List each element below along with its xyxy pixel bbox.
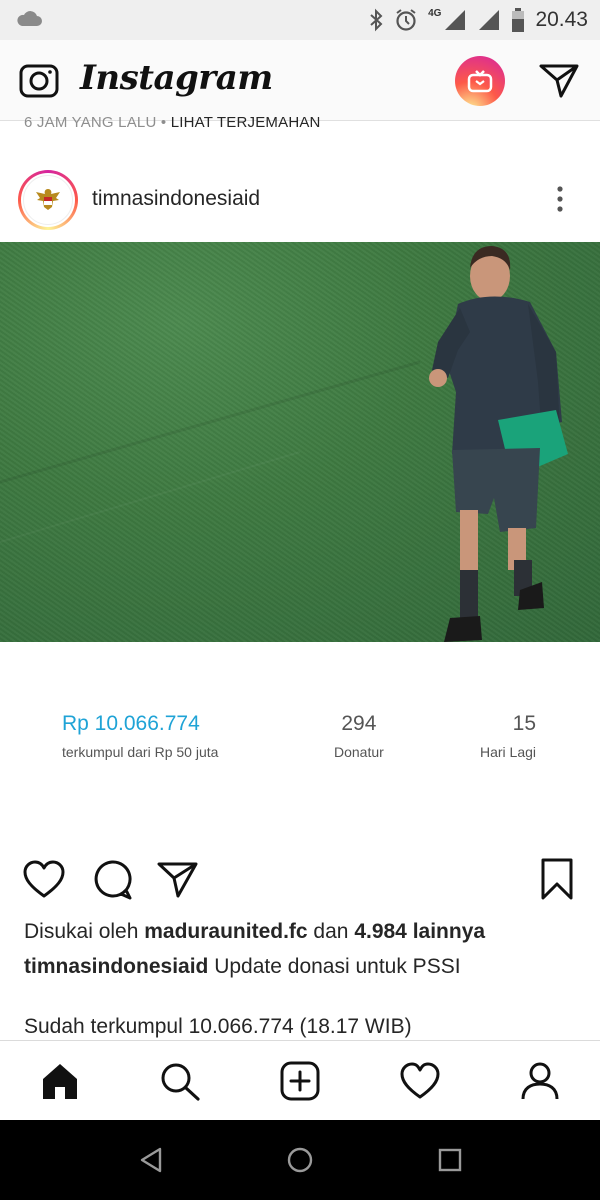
more-options-icon[interactable] bbox=[548, 184, 572, 214]
profile-icon[interactable] bbox=[519, 1061, 561, 1101]
avatar[interactable] bbox=[18, 170, 78, 230]
recents-icon[interactable] bbox=[437, 1146, 463, 1174]
bookmark-icon[interactable] bbox=[540, 858, 574, 902]
post-username[interactable]: timnasindonesiaid bbox=[92, 187, 260, 211]
signal-icon-2 bbox=[479, 10, 500, 30]
igtv-icon[interactable] bbox=[455, 56, 505, 106]
meta-separator: • bbox=[156, 114, 171, 131]
android-navigation-bar bbox=[0, 1120, 600, 1200]
caption-line: timnasindonesiaid Update donasi untuk PS… bbox=[24, 955, 461, 979]
status-bar: 4G 20.43 bbox=[0, 0, 600, 40]
home-icon[interactable] bbox=[39, 1061, 81, 1101]
garuda-emblem-icon bbox=[23, 175, 73, 225]
likes-user-link[interactable]: maduraunited.fc bbox=[144, 920, 307, 943]
app-header: Instagram bbox=[0, 40, 600, 121]
likes-line: Disukai oleh maduraunited.fc dan 4.984 l… bbox=[24, 920, 485, 944]
direct-message-icon[interactable] bbox=[538, 60, 580, 100]
share-icon[interactable] bbox=[156, 858, 200, 902]
days-remaining-value: 15 bbox=[512, 712, 537, 735]
status-time: 20.43 bbox=[535, 8, 588, 31]
camera-icon[interactable] bbox=[18, 60, 60, 100]
days-remaining-label: Hari Lagi bbox=[480, 744, 537, 760]
caption-username[interactable]: timnasindonesiaid bbox=[24, 955, 208, 978]
likes-others-link[interactable]: 4.984 lainnya bbox=[354, 920, 485, 943]
caption-line-2: Sudah terkumpul 10.066.774 (18.17 WIB) bbox=[24, 1015, 412, 1038]
donor-count-value: 294 bbox=[341, 712, 377, 735]
post-actions bbox=[0, 858, 600, 904]
translate-link[interactable]: LIHAT TERJEMAHAN bbox=[171, 114, 321, 131]
caption-text: Update donasi untuk PSSI bbox=[208, 955, 461, 978]
donation-amount-value: Rp 10.066.774 bbox=[62, 712, 200, 735]
new-post-icon[interactable] bbox=[279, 1061, 321, 1101]
donor-count: 294 Donatur bbox=[334, 712, 384, 760]
previous-post-meta: 6 JAM YANG LALU • LIHAT TERJEMAHAN bbox=[24, 114, 321, 134]
post-header: timnasindonesiaid bbox=[0, 162, 600, 240]
likes-prefix: Disukai oleh bbox=[24, 920, 145, 943]
alarm-icon bbox=[396, 9, 416, 31]
donation-amount: Rp 10.066.774 terkumpul dari Rp 50 juta bbox=[62, 712, 218, 760]
donor-count-label: Donatur bbox=[334, 744, 384, 760]
instagram-logo: Instagram bbox=[80, 58, 273, 98]
signal-icon bbox=[445, 10, 466, 30]
donation-amount-label: terkumpul dari Rp 50 juta bbox=[62, 744, 219, 760]
days-remaining: 15 Hari Lagi bbox=[480, 712, 536, 760]
network-type-label: 4G bbox=[428, 7, 442, 19]
heart-icon[interactable] bbox=[22, 858, 66, 902]
comment-icon[interactable] bbox=[90, 858, 134, 902]
back-icon[interactable] bbox=[138, 1146, 164, 1174]
post-image[interactable] bbox=[0, 242, 600, 642]
cloud-icon bbox=[17, 11, 42, 26]
bluetooth-icon bbox=[370, 8, 383, 32]
battery-icon bbox=[512, 8, 525, 32]
coach-photo bbox=[0, 246, 568, 642]
bottom-tab-bar bbox=[0, 1040, 600, 1121]
home-circle-icon[interactable] bbox=[286, 1146, 314, 1174]
post-time-ago: 6 JAM YANG LALU bbox=[24, 114, 157, 131]
likes-middle: dan bbox=[307, 920, 355, 943]
activity-heart-icon[interactable] bbox=[399, 1061, 441, 1101]
search-icon[interactable] bbox=[159, 1061, 201, 1101]
